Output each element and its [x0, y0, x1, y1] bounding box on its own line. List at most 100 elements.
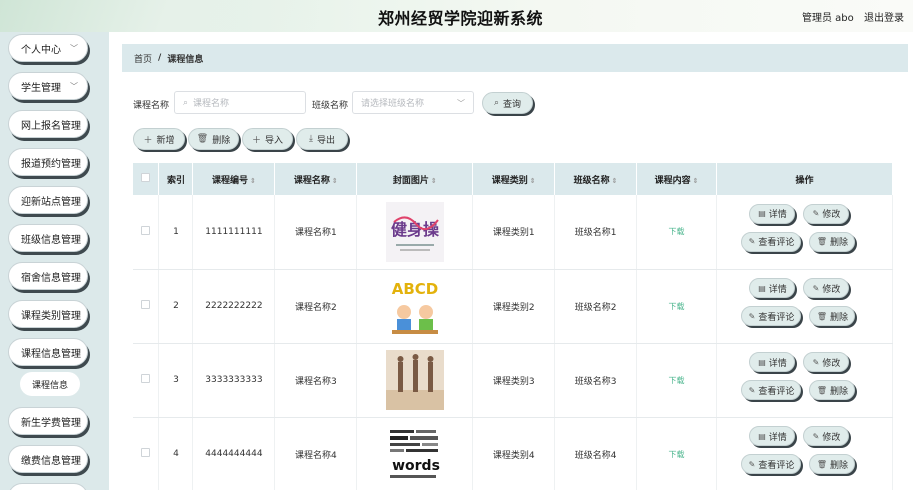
download-link[interactable]: 下载 [669, 227, 685, 236]
cell-code: 3333333333 [192, 343, 276, 418]
detail-button[interactable]: ▤ 详情 [749, 278, 796, 298]
document-icon: ▤ [758, 431, 766, 441]
cell-name: 课程名称2 [274, 269, 358, 344]
svg-text:words: words [392, 458, 440, 474]
trash-icon: 🗑 [816, 311, 828, 321]
edit-button[interactable]: ✎ 修改 [803, 278, 850, 298]
cell-index: 1 [158, 195, 194, 270]
sidebar-item-label: 缴费信息管理 [21, 455, 81, 467]
sidebar-item-tuition[interactable]: 新生学费管理 [8, 407, 88, 435]
edit-icon: ✎ [748, 459, 756, 469]
delete-button[interactable]: 🗑 删除 [809, 380, 856, 400]
edit-icon: ✎ [812, 431, 820, 441]
table-row: 2 2222222222 课程名称2 ABCD 课程类别2 班级名称2 下载 ▤… [133, 269, 894, 344]
course-name-label: 课程名称 [133, 101, 170, 111]
sidebar-item-payment-info[interactable]: 缴费信息管理 [8, 445, 88, 473]
row-actions: ▤ 详情 ✎ 修改 ✎ 查看评论 🗑 删除 [739, 276, 869, 336]
trash-icon: 🗑 [816, 385, 828, 395]
sidebar-item-label: 网上报名管理 [21, 120, 81, 132]
search-icon: ⌕ [493, 98, 500, 108]
cover-image[interactable] [385, 350, 444, 410]
sidebar-item-label: 报道预约管理 [21, 158, 81, 170]
cell-index: 2 [158, 269, 194, 344]
sidebar-item-more[interactable] [8, 483, 88, 490]
header-decoration [0, 0, 330, 32]
sidebar-item-course-category[interactable]: 课程类别管理 [8, 300, 88, 328]
edit-icon: ✎ [812, 209, 820, 219]
table-header-row: 索引 课程编号 ⇕ 课程名称 ⇕ 封面图片 ⇕ 课程类别 ⇕ 班级名称 ⇕ 课程内容 ⇕ 操… [133, 163, 894, 195]
sidebar-item-personal-center[interactable]: 个人中心 ﹀ [8, 34, 88, 62]
delete-button[interactable]: 🗑 删除 [809, 231, 856, 252]
download-link[interactable]: 下载 [669, 376, 685, 385]
import-button[interactable]: ＋ 导入 [242, 128, 293, 150]
batch-delete-button[interactable]: 🗑 删除 [188, 128, 239, 150]
sort-icon: ⇕ [611, 176, 618, 185]
row-checkbox[interactable] [141, 374, 151, 383]
app-title: 郑州经贸学院迎新系统 [378, 9, 544, 28]
delete-button[interactable]: 🗑 删除 [809, 454, 856, 474]
sidebar-item-course-info[interactable]: 课程信息管理 [8, 338, 88, 366]
download-link[interactable]: 下载 [669, 302, 685, 311]
course-table: 索引 课程编号 ⇕ 课程名称 ⇕ 封面图片 ⇕ 课程类别 ⇕ 班级名称 ⇕ 课程内容 ⇕ 操… [133, 163, 894, 490]
breadcrumb-current: 课程信息 [167, 54, 204, 65]
sidebar-item-dorm-info[interactable]: 宿舍信息管理 [8, 262, 88, 290]
sidebar-item-online-registration[interactable]: 网上报名管理 [8, 110, 88, 138]
header-name[interactable]: 课程名称 ⇕ [274, 163, 358, 195]
cover-image[interactable]: 健身操 [385, 201, 444, 262]
view-comments-button[interactable]: ✎ 查看评论 [741, 306, 802, 326]
current-user: 管理员 abo [802, 13, 854, 24]
add-button[interactable]: ＋ 新增 [133, 128, 185, 150]
breadcrumb-home[interactable]: 首页 [134, 52, 152, 65]
submenu-item-course-info[interactable]: 课程信息 [20, 372, 80, 396]
sidebar-item-report-appointment[interactable]: 报道预约管理 [8, 148, 88, 176]
view-comments-button[interactable]: ✎ 查看评论 [741, 231, 802, 252]
class-name-label: 班级名称 [312, 101, 349, 111]
detail-button[interactable]: ▤ 详情 [749, 352, 796, 372]
header-cover[interactable]: 封面图片 ⇕ [356, 163, 474, 195]
plus-icon: ＋ [251, 135, 261, 146]
cell-index: 3 [158, 343, 194, 418]
cover-image[interactable]: words [385, 424, 444, 484]
search-button[interactable]: ⌕ 查询 [482, 92, 533, 114]
download-link[interactable]: 下载 [669, 450, 685, 459]
chevron-down-icon: ﹀ [457, 99, 465, 108]
detail-button[interactable]: ▤ 详情 [749, 203, 796, 224]
sidebar-item-welcome-station[interactable]: 迎新站点管理 [8, 186, 88, 214]
row-checkbox[interactable] [141, 300, 151, 309]
sidebar-item-class-info[interactable]: 班级信息管理 [8, 224, 88, 252]
top-header: 郑州经贸学院迎新系统 管理员 abo 退出登录 [0, 0, 913, 32]
edit-button[interactable]: ✎ 修改 [803, 426, 850, 446]
cell-class: 班级名称2 [554, 269, 638, 344]
cell-code: 4444444444 [192, 417, 276, 490]
class-name-placeholder: 请选择班级名称 [361, 99, 425, 109]
row-actions: ▤ 详情 ✎ 修改 ✎ 查看评论 🗑 删除 [739, 202, 869, 262]
download-icon: ⤓ [309, 134, 313, 144]
document-icon: ▤ [758, 209, 766, 219]
chevron-down-icon: ﹀ [70, 44, 78, 53]
plus-icon: ＋ [143, 135, 153, 146]
select-all-checkbox[interactable] [141, 173, 151, 182]
export-button[interactable]: ⤓ 导出 [296, 128, 348, 150]
class-name-select[interactable]: 请选择班级名称 ﹀ [352, 91, 474, 114]
logout-link[interactable]: 退出登录 [864, 9, 904, 24]
row-checkbox[interactable] [141, 448, 151, 457]
header-code[interactable]: 课程编号 ⇕ [192, 163, 276, 195]
view-comments-button[interactable]: ✎ 查看评论 [741, 380, 802, 400]
edit-button[interactable]: ✎ 修改 [803, 203, 850, 224]
delete-button[interactable]: 🗑 删除 [809, 306, 856, 326]
detail-button[interactable]: ▤ 详情 [749, 426, 796, 446]
header-class[interactable]: 班级名称 ⇕ [554, 163, 638, 195]
cover-image[interactable]: ABCD [385, 276, 444, 336]
edit-button[interactable]: ✎ 修改 [803, 352, 850, 372]
select-all-cell [133, 163, 160, 195]
cell-category: 课程类别1 [472, 195, 556, 270]
sidebar-item-label: 课程类别管理 [21, 310, 81, 322]
trash-icon: 🗑 [816, 459, 828, 469]
header-content[interactable]: 课程内容 ⇕ [636, 163, 717, 195]
sidebar-item-student-management[interactable]: 学生管理 ﹀ [8, 72, 88, 100]
row-checkbox[interactable] [141, 225, 151, 235]
header-category[interactable]: 课程类别 ⇕ [472, 163, 556, 195]
view-comments-button[interactable]: ✎ 查看评论 [741, 454, 802, 474]
edit-icon: ✎ [812, 283, 820, 293]
course-name-input[interactable]: ⌕ 课程名称 [174, 91, 306, 114]
